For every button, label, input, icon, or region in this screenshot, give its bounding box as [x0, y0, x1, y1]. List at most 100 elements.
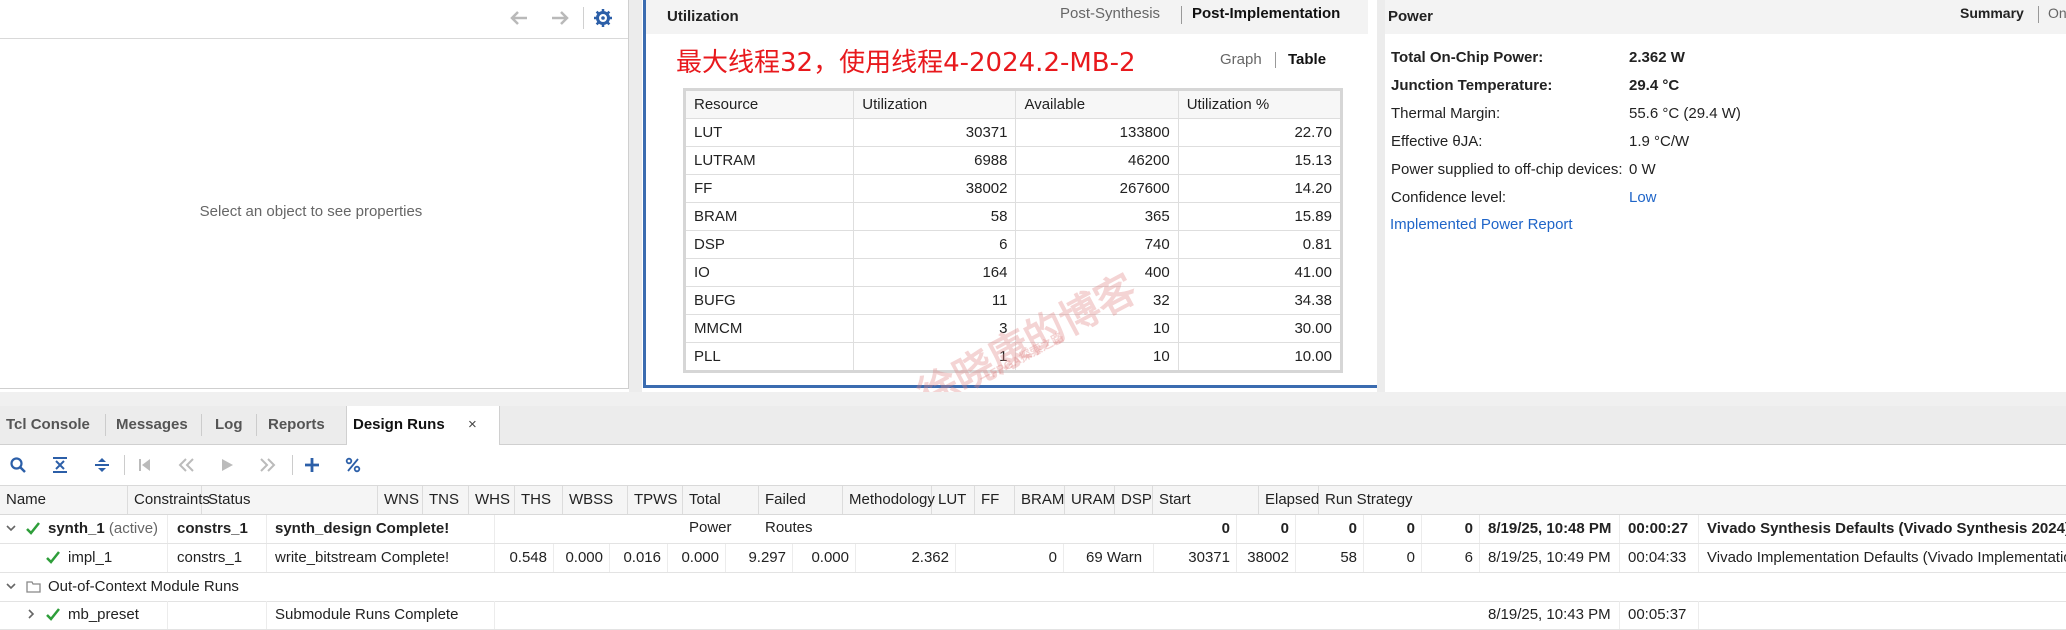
folder-icon — [26, 580, 41, 593]
column-header[interactable]: Status — [202, 486, 378, 514]
column-header[interactable]: DSP — [1115, 486, 1153, 514]
close-icon[interactable]: × — [468, 406, 477, 444]
column-header[interactable]: WNS — [378, 486, 423, 514]
utilization-row[interactable]: IO 164 400 41.00 — [683, 258, 1343, 287]
column-header[interactable]: Failed Routes — [759, 486, 843, 536]
tab-tcl-console[interactable]: Tcl Console — [0, 406, 96, 444]
table-row[interactable]: mb_preset Submodule Runs Complete 8/19/2… — [0, 601, 2066, 630]
resource-value: 133800 — [1015, 118, 1179, 147]
resource-name: BUFG — [683, 286, 855, 315]
power-report-link[interactable]: Implemented Power Report — [1390, 216, 1573, 233]
column-header[interactable]: Name — [0, 486, 128, 514]
column-header[interactable]: LUT — [932, 486, 975, 514]
column-header[interactable]: Resource — [683, 89, 855, 119]
column-header[interactable]: Elapsed — [1259, 486, 1319, 514]
column-header[interactable]: TNS — [423, 486, 469, 514]
tab-design-runs[interactable]: Design Runs × — [346, 406, 500, 445]
tab-log[interactable]: Log — [209, 406, 249, 444]
resource-value: 740 — [1015, 230, 1179, 259]
tab-post-implementation[interactable]: Post-Implementation — [1192, 5, 1340, 22]
utilization-banner: 最大线程32，使用线程4-2024.2-MB-2 — [676, 48, 1136, 78]
run-methodology[interactable]: 69 Warn — [1080, 544, 1154, 572]
resource-value: 15.13 — [1177, 146, 1343, 175]
arrow-right-icon[interactable] — [548, 6, 572, 30]
previous-icon[interactable] — [174, 453, 198, 477]
view-graph[interactable]: Graph — [1220, 51, 1262, 68]
utilization-row[interactable]: BRAM 58 365 15.89 — [683, 202, 1343, 231]
run-uram: 0 — [1366, 544, 1422, 572]
chevron-down-icon[interactable] — [5, 522, 17, 534]
first-icon[interactable] — [133, 453, 157, 477]
tab-divider — [2038, 6, 2039, 23]
expand-all-icon[interactable] — [90, 453, 114, 477]
collapse-all-icon[interactable] — [48, 453, 72, 477]
next-icon[interactable] — [256, 453, 280, 477]
run-name-text: synth_1 — [48, 520, 105, 537]
column-header[interactable]: Total Power — [683, 486, 759, 536]
run-active-tag: (active) — [108, 520, 159, 537]
utilization-row[interactable]: DSP 6 740 0.81 — [683, 230, 1343, 259]
table-row[interactable]: impl_1 constrs_1 write_bitstream Complet… — [0, 544, 2066, 573]
column-header[interactable]: WBSS — [563, 486, 628, 514]
run-failed-routes: 0 — [958, 544, 1064, 572]
add-icon[interactable] — [300, 453, 324, 477]
gear-icon[interactable] — [591, 6, 615, 30]
utilization-panel: Utilization Post-Synthesis Post-Implemen… — [643, 0, 1383, 419]
run-icon[interactable] — [215, 453, 239, 477]
column-header[interactable]: Constraints — [128, 486, 210, 514]
utilization-row[interactable]: FF 38002 267600 14.20 — [683, 174, 1343, 203]
power-value: 1.9 °C/W — [1629, 133, 1690, 150]
tab-summary[interactable]: Summary — [1960, 5, 2024, 21]
resource-value: 267600 — [1015, 174, 1179, 203]
run-elapsed: 00:04:33 — [1622, 544, 1699, 572]
resource-value: 11 — [853, 286, 1017, 315]
column-header[interactable]: THS — [515, 486, 563, 514]
utilization-row[interactable]: LUT 30371 133800 22.70 — [683, 118, 1343, 147]
toolbar-divider — [124, 455, 125, 475]
column-header[interactable]: BRAM — [1015, 486, 1065, 514]
resource-name: DSP — [683, 230, 855, 259]
run-status: write_bitstream Complete! — [269, 544, 495, 572]
run-dsp: 6 — [1424, 544, 1480, 572]
search-icon[interactable] — [6, 453, 30, 477]
tab-on-chip[interactable]: On — [2048, 5, 2066, 21]
resource-value: 22.70 — [1177, 118, 1343, 147]
run-elapsed: 00:00:27 — [1622, 515, 1699, 543]
tab-separator — [201, 414, 202, 436]
run-ths: 0.000 — [670, 544, 726, 572]
run-name: mb_preset — [62, 601, 168, 629]
tab-reports[interactable]: Reports — [262, 406, 331, 444]
utilization-header: Utilization Post-Synthesis Post-Implemen… — [646, 0, 1368, 34]
table-row[interactable]: synth_1 (active) constrs_1 synth_design … — [0, 515, 2066, 544]
confidence-level-link[interactable]: Low — [1629, 189, 1657, 206]
chevron-right-icon[interactable] — [25, 608, 37, 620]
column-header[interactable]: WHS — [469, 486, 515, 514]
column-header[interactable]: FF — [975, 486, 1015, 514]
power-value: 29.4 °C — [1629, 77, 1680, 94]
arrow-left-icon[interactable] — [507, 6, 531, 30]
run-ff: 38002 — [1239, 544, 1296, 572]
power-header: Power Summary On — [1385, 0, 2066, 34]
tab-messages[interactable]: Messages — [110, 406, 194, 444]
resource-value: 41.00 — [1177, 258, 1343, 287]
column-header[interactable]: Available — [1015, 89, 1179, 119]
table-row[interactable]: Out-of-Context Module Runs — [0, 573, 2066, 602]
column-header[interactable]: Utilization — [853, 89, 1017, 119]
power-label: Power supplied to off-chip devices: — [1391, 161, 1623, 178]
column-header[interactable]: TPWS — [628, 486, 683, 514]
view-table[interactable]: Table — [1288, 51, 1326, 68]
column-header[interactable]: Start — [1153, 486, 1259, 514]
chevron-down-icon[interactable] — [5, 580, 17, 592]
resource-value: 164 — [853, 258, 1017, 287]
percent-icon[interactable] — [341, 453, 365, 477]
tab-post-synthesis[interactable]: Post-Synthesis — [1060, 5, 1160, 22]
splitter[interactable] — [0, 392, 2066, 407]
column-header[interactable]: URAM — [1065, 486, 1115, 514]
utilization-row[interactable]: LUTRAM 6988 46200 15.13 — [683, 146, 1343, 175]
column-header[interactable]: Methodology — [843, 486, 935, 514]
column-header[interactable]: Utilization % — [1177, 89, 1343, 119]
utilization-row[interactable]: BUFG 11 32 34.38 — [683, 286, 1343, 315]
column-header[interactable]: Run Strategy — [1319, 486, 2066, 514]
resource-value: 365 — [1015, 202, 1179, 231]
run-constraints — [171, 601, 267, 629]
